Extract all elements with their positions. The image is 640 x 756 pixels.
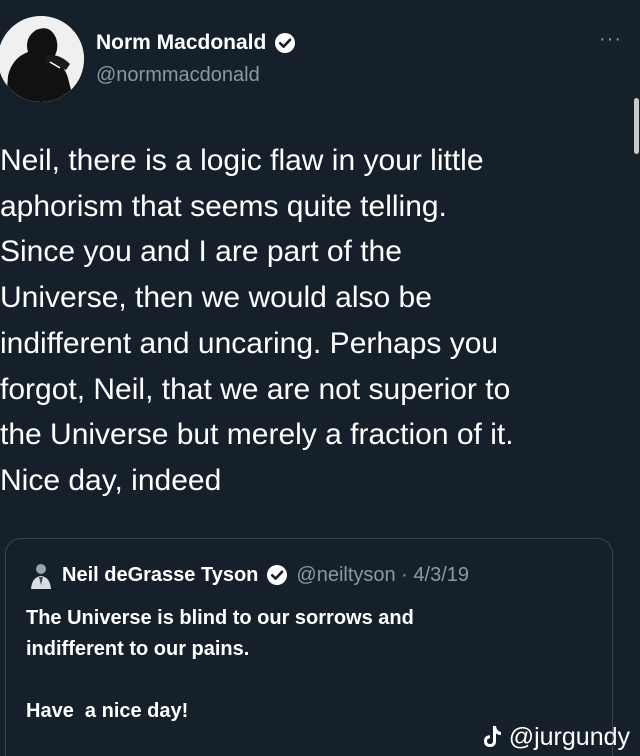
quoted-author-avatar[interactable] [28, 561, 54, 589]
quoted-author-name[interactable]: Neil deGrasse Tyson [62, 561, 258, 589]
quoted-verified-badge-icon [267, 565, 288, 585]
tiktok-watermark: @jurgundy [481, 722, 630, 752]
author-name-row: Norm Macdonald [96, 30, 296, 56]
tweet-text: Neil, there is a logic flaw in your litt… [0, 144, 514, 497]
quoted-tweet-header: Neil deGrasse Tyson @neiltyson · 4/3/19 [28, 561, 469, 589]
quoted-text-line-1: The Universe is blind to our sorrows and [26, 607, 414, 629]
screenshot-page: Norm Macdonald @normmacdonald ··· Neil, … [0, 0, 640, 756]
author-avatar[interactable] [0, 16, 84, 102]
quoted-text-line-2: indifferent to our pains. [26, 638, 250, 660]
quoted-tweet-text: The Universe is blind to our sorrows and… [26, 603, 586, 727]
author-name[interactable]: Norm Macdonald [96, 30, 266, 56]
quoted-author-meta: @neiltyson · 4/3/19 [296, 564, 470, 586]
author-handle[interactable]: @normmacdonald [96, 62, 296, 88]
tiktok-logo-icon [483, 726, 501, 747]
verified-badge-icon [275, 33, 296, 53]
more-options-icon[interactable]: ··· [599, 28, 622, 51]
tweet-header: Norm Macdonald @normmacdonald ··· [0, 0, 640, 110]
avatar-silhouette-icon [0, 16, 84, 102]
author-info: Norm Macdonald @normmacdonald [96, 30, 296, 88]
watermark-text: @jurgundy [508, 723, 630, 751]
